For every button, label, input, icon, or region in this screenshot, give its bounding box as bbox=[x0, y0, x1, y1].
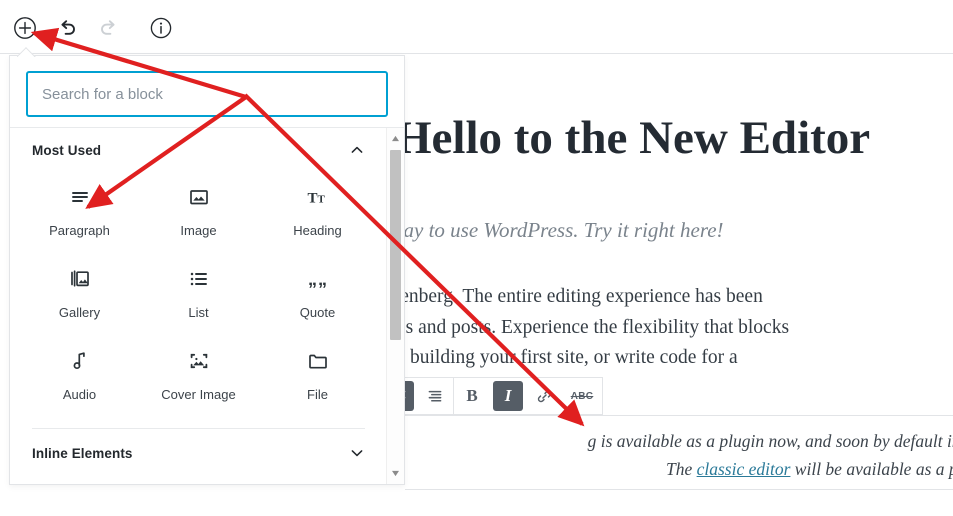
scroll-up-arrow[interactable] bbox=[387, 130, 404, 147]
italic-icon: I bbox=[504, 386, 512, 405]
gutenberg-editor-screen: Hello to the New Editor whole new way to… bbox=[0, 0, 953, 516]
block-label: Gallery bbox=[58, 305, 101, 320]
add-block-button[interactable] bbox=[10, 13, 40, 43]
audio-icon bbox=[68, 346, 92, 376]
block-item-heading[interactable]: T T Heading bbox=[258, 168, 377, 250]
body-line: or media rich pages and posts. Experienc… bbox=[405, 316, 790, 338]
paragraph-icon bbox=[68, 182, 92, 212]
block-label: Cover Image bbox=[161, 387, 236, 402]
selected-block[interactable]: g is available as a plugin now, and soon… bbox=[405, 415, 953, 490]
selected-block-line-2: The classic editor will be available as … bbox=[405, 455, 953, 483]
editor-top-toolbar bbox=[0, 0, 953, 54]
line2-suffix: will be available as a plugin if needed. bbox=[794, 459, 953, 480]
block-item-list[interactable]: List bbox=[139, 250, 258, 332]
block-inserter-panel: Most Used Par bbox=[9, 55, 405, 485]
bold-button[interactable]: B bbox=[454, 378, 490, 414]
list-icon bbox=[187, 264, 211, 294]
info-circle-icon bbox=[150, 17, 172, 39]
block-label: Quote bbox=[299, 305, 336, 320]
svg-text:„: „ bbox=[308, 269, 317, 289]
block-label: File bbox=[307, 387, 328, 402]
chevron-up-icon bbox=[351, 146, 363, 153]
svg-text:T: T bbox=[317, 194, 325, 206]
block-item-gallery[interactable]: Gallery bbox=[20, 250, 139, 332]
align-left-button[interactable] bbox=[405, 381, 414, 411]
post-title[interactable]: Hello to the New Editor bbox=[405, 112, 953, 165]
block-item-image[interactable]: Image bbox=[139, 168, 258, 250]
block-label: Audio bbox=[62, 387, 97, 402]
svg-text:T: T bbox=[307, 191, 317, 207]
file-icon bbox=[306, 346, 330, 376]
italic-button[interactable]: I bbox=[493, 381, 523, 411]
align-center-icon bbox=[428, 390, 442, 402]
plus-circle-icon bbox=[14, 17, 36, 39]
svg-text:„: „ bbox=[318, 269, 327, 289]
block-item-quote[interactable]: „ „ Quote bbox=[258, 250, 377, 332]
block-label: Image bbox=[180, 223, 217, 238]
body-line: g, whether you are building your first s… bbox=[405, 347, 738, 368]
heading-icon: T T bbox=[306, 182, 330, 212]
editor-canvas: Hello to the New Editor whole new way to… bbox=[405, 55, 953, 516]
undo-icon bbox=[61, 20, 75, 35]
alignment-group bbox=[405, 378, 454, 414]
toolbar-icon-group bbox=[10, 13, 176, 43]
undo-button[interactable] bbox=[52, 13, 82, 43]
redo-icon bbox=[101, 20, 115, 35]
block-label: Paragraph bbox=[49, 223, 110, 238]
section-title: Most Used bbox=[32, 142, 102, 158]
inserter-scroll-area: Most Used Paragraph Image T T Heading Ga… bbox=[10, 127, 404, 484]
inserter-popover-caret bbox=[17, 47, 37, 57]
section-header-inline-elements[interactable]: Inline Elements bbox=[10, 429, 387, 471]
gallery-icon bbox=[68, 264, 92, 294]
post-subtitle[interactable]: whole new way to use WordPress. Try it r… bbox=[405, 218, 953, 243]
block-item-paragraph[interactable]: Paragraph bbox=[20, 168, 139, 250]
cover-image-icon bbox=[187, 346, 211, 376]
chevron-down-icon bbox=[351, 450, 363, 457]
bold-icon: B bbox=[466, 386, 478, 405]
post-body-paragraph[interactable]: he new editor Gutenberg. The entire edit… bbox=[405, 282, 953, 374]
selected-block-line-1: g is available as a plugin now, and soon… bbox=[587, 431, 953, 451]
block-item-file[interactable]: File bbox=[258, 332, 377, 414]
block-label: List bbox=[188, 305, 209, 320]
block-item-cover-image[interactable]: Cover Image bbox=[139, 332, 258, 414]
inserter-scroll-content: Most Used Paragraph Image T T Heading Ga… bbox=[10, 128, 387, 484]
link-icon bbox=[537, 390, 551, 402]
text-style-group: B I ABC bbox=[454, 378, 602, 414]
line2-prefix: The bbox=[665, 459, 697, 480]
info-button[interactable] bbox=[146, 13, 176, 43]
classic-editor-link[interactable]: classic editor bbox=[697, 459, 791, 479]
strikethrough-button[interactable]: ABC bbox=[562, 378, 602, 414]
image-icon bbox=[187, 182, 211, 212]
redo-button[interactable] bbox=[94, 13, 124, 43]
section-title: Inline Elements bbox=[32, 445, 133, 461]
body-line: he new editor Gutenberg. The entire edit… bbox=[405, 286, 763, 307]
search-input[interactable] bbox=[26, 71, 388, 117]
align-center-button[interactable] bbox=[417, 378, 453, 414]
link-button[interactable] bbox=[526, 378, 562, 414]
strikethrough-icon: ABC bbox=[570, 390, 594, 402]
scroll-down-arrow[interactable] bbox=[387, 465, 404, 482]
inserter-scrollbar[interactable] bbox=[386, 128, 404, 484]
block-grid-most-used: Paragraph Image T T Heading Gallery List… bbox=[10, 168, 387, 420]
section-header-most-used[interactable]: Most Used bbox=[10, 128, 387, 168]
block-format-toolbar: B I ABC bbox=[405, 377, 603, 415]
search-container bbox=[10, 56, 404, 127]
align-left-icon bbox=[405, 390, 406, 399]
block-item-audio[interactable]: Audio bbox=[20, 332, 139, 414]
block-label: Heading bbox=[293, 223, 342, 238]
scrollbar-thumb[interactable] bbox=[390, 150, 401, 340]
quote-icon: „ „ bbox=[306, 264, 330, 294]
